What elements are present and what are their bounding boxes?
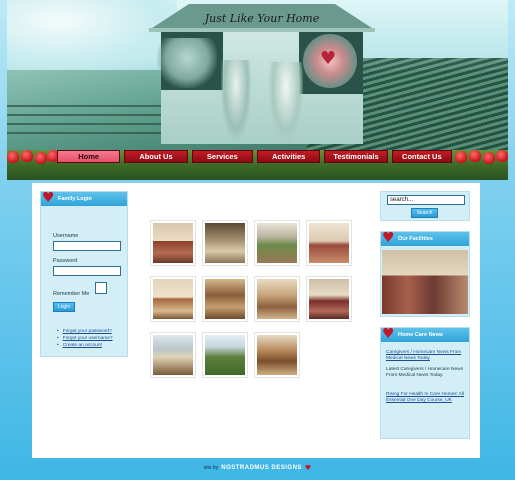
site-title[interactable]: Just Like Your Home [197,12,327,25]
nav-item-activities[interactable]: Activities [257,150,321,163]
login-links: Forgot your password? Forgot your userna… [57,328,113,349]
gallery-thumbnail[interactable] [306,220,352,266]
banner-walker-figure [269,62,303,142]
news-link[interactable]: Rising For Health In Care Homes' All Ess… [386,392,468,403]
gallery-photo [309,279,349,319]
forgot-username-link[interactable]: Forgot your username? [63,336,113,341]
main-nav: Home About Us Services Activities Testim… [57,150,453,163]
facility-photo[interactable] [382,250,468,314]
gallery-photo [257,335,297,375]
our-facilities-header: ♥ Our Facilities [381,230,469,246]
tulip-decoration [496,150,508,162]
list-item: Create an account [57,342,113,349]
tulip-decoration [21,150,33,162]
tulip-decoration [455,151,467,163]
footer-credit-prefix: site by [203,465,219,471]
search-button[interactable]: Search [411,208,438,218]
username-field[interactable] [53,241,121,251]
gallery-thumbnail[interactable] [150,332,196,378]
gallery-thumbnail[interactable] [254,220,300,266]
gallery-thumbnail[interactable] [202,220,248,266]
tulip-decoration [483,152,495,164]
heart-icon: ♥ [382,230,395,246]
remember-me-checkbox[interactable] [95,282,107,294]
home-care-news-header: ♥ Home Care News [381,326,469,342]
gallery-photo [205,223,245,263]
nav-item-label: Contact Us [402,152,442,161]
nav-item-label: Testimonials [333,152,379,161]
gallery-photo [309,223,349,263]
gallery-thumbnail[interactable] [254,276,300,322]
nav-item-services[interactable]: Services [191,150,253,163]
gallery-photo [257,223,297,263]
list-item: Forgot your username? [57,335,113,342]
gallery-thumbnail[interactable] [150,276,196,322]
family-login-header: ♥ Family Login [41,190,127,206]
news-summary: Latest Caregivers / Homecare News From M… [386,367,464,378]
gallery-thumbnail[interactable] [202,332,248,378]
news-link[interactable]: Caregivers / Homecare News From Medical … [386,350,468,361]
gallery-photo [257,279,297,319]
gallery-photo [205,279,245,319]
search-input[interactable]: search... [387,195,465,205]
home-care-news-title: Home Care News [398,332,443,338]
tulip-decoration [35,152,47,164]
nav-item-label: About Us [139,152,173,161]
footer-designer-logo[interactable]: NOSTRADMUS DESIGNS [221,465,302,471]
banner-roof-strip [149,28,375,32]
list-item: Forgot your password? [57,328,113,335]
password-field[interactable] [53,266,121,276]
gallery-thumbnail[interactable] [150,220,196,266]
username-label: Username [53,233,79,239]
login-button[interactable]: Login [53,302,75,312]
heart-icon: ♥ [304,464,312,472]
create-account-link[interactable]: Create an account [63,343,102,348]
gallery-thumbnail[interactable] [202,276,248,322]
search-button-label: Search [416,210,433,216]
gallery-photo [153,335,193,375]
nav-item-testimonials[interactable]: Testimonials [324,150,388,163]
nav-item-home[interactable]: Home [57,150,121,163]
content-panel: ♥ Family Login Username Password Remembe… [32,183,480,458]
home-care-news-box: ♥ Home Care News Caregivers / Homecare N… [380,327,470,439]
photo-gallery [150,220,358,378]
tulip-decoration [469,150,481,162]
gallery-thumbnail[interactable] [306,276,352,322]
gallery-photo [153,223,193,263]
tulip-decoration [7,151,19,163]
forgot-password-link[interactable]: Forgot your password? [63,329,112,334]
family-login-box: ♥ Family Login Username Password Remembe… [40,191,128,357]
our-facilities-title: Our Facilities [398,236,433,242]
banner-walker-figure [221,60,251,140]
header-banner: ♥ Just Like Your Home [7,0,508,150]
nav-item-about-us[interactable]: About Us [124,150,188,163]
gallery-photo [205,335,245,375]
remember-me-label: Remember Me [53,291,90,297]
gallery-photo [153,279,193,319]
our-facilities-box: ♥ Our Facilities [380,231,470,317]
heart-icon: ♥ [382,326,395,342]
password-label: Password [53,258,78,264]
family-login-title: Family Login [58,196,92,202]
search-box: search... Search [380,191,470,221]
nav-item-label: Home [78,152,100,161]
footer: site by NOSTRADMUS DESIGNS ♥ [0,462,515,474]
nav-item-label: Services [206,152,238,161]
banner-heart-icon: ♥ [320,48,337,69]
login-button-label: Login [57,304,71,310]
gallery-thumbnail[interactable] [254,332,300,378]
nav-item-label: Activities [271,152,306,161]
banner-family-figures [157,38,217,88]
nav-item-contact-us[interactable]: Contact Us [391,150,453,163]
heart-icon: ♥ [42,190,55,206]
